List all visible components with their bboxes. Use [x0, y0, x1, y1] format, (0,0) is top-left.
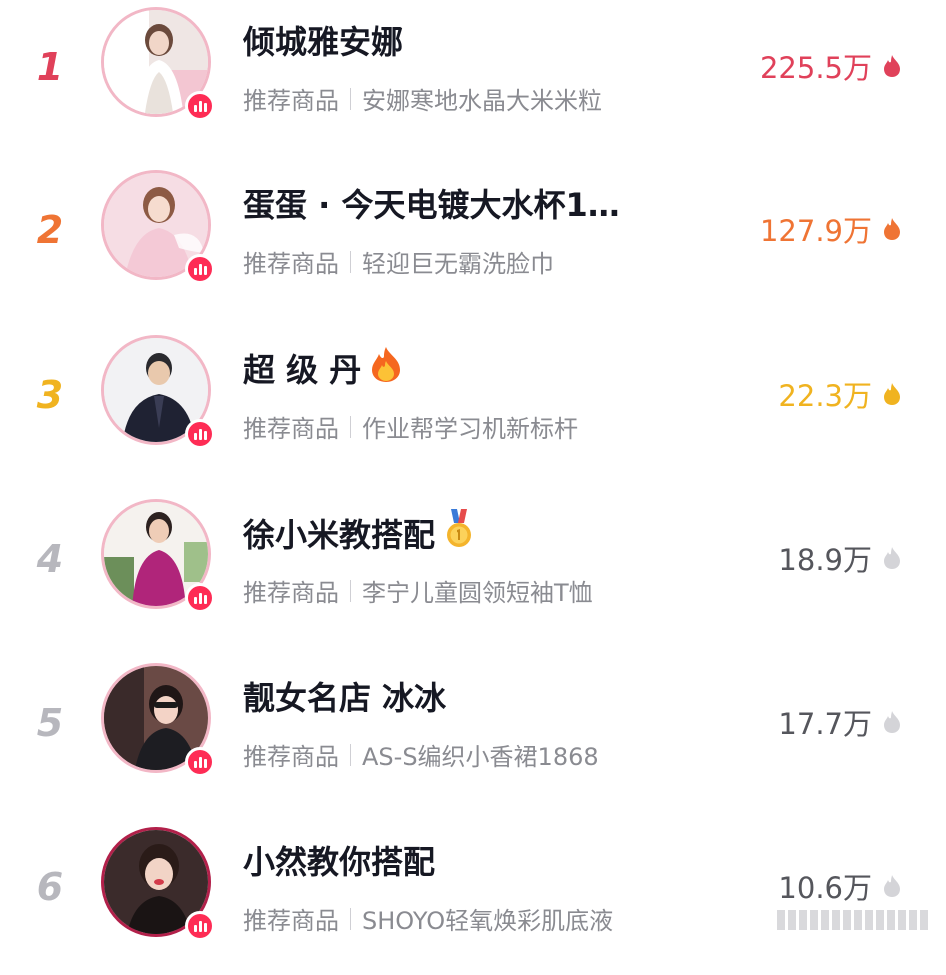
live-bars-icon	[185, 254, 215, 284]
streamer-name[interactable]: 徐小米教搭配	[243, 509, 475, 557]
divider	[350, 250, 351, 273]
list-item[interactable]: 2 蛋蛋 · 今天电镀大水杯1… 推荐商品 轻迎巨无霸洗脸巾 127.9万	[0, 168, 946, 318]
recommended-product[interactable]: 推荐商品 SHOYO轻氧焕彩肌底液	[243, 901, 613, 936]
list-item[interactable]: 3 超 级 丹 推荐商品 作业帮学习机新标杆 22.3万	[0, 333, 946, 483]
rank-number: 2	[36, 208, 64, 252]
list-item[interactable]: 1 倾城雅安娜 推荐商品 安娜寒地水晶大米米粒 225.5万	[0, 5, 946, 155]
flame-icon	[882, 874, 902, 898]
list-item[interactable]: 5 靓女名店 冰冰 推荐商品 AS-S编织小香裙1868 17.7万	[0, 661, 946, 811]
divider	[350, 579, 351, 602]
rank-number: 5	[36, 701, 64, 745]
recommended-product[interactable]: 推荐商品 李宁儿童圆领短袖T恤	[243, 573, 593, 608]
live-bars-icon	[185, 911, 215, 941]
flame-icon	[882, 382, 902, 406]
divider	[350, 415, 351, 438]
heat-value: 18.9万	[778, 537, 902, 579]
divider	[350, 743, 351, 766]
streamer-name[interactable]: 倾城雅安娜	[243, 17, 403, 63]
rank-number: 6	[36, 865, 64, 909]
recommended-product[interactable]: 推荐商品 安娜寒地水晶大米米粒	[243, 81, 602, 116]
divider	[350, 87, 351, 110]
flame-icon	[882, 54, 902, 78]
heat-value: 225.5万	[760, 45, 902, 87]
heat-value: 17.7万	[778, 701, 902, 743]
list-item[interactable]: 4 徐小米教搭配 推荐商品 李宁儿童圆领短袖T恤 18.9万	[0, 497, 946, 647]
live-bars-icon	[185, 583, 215, 613]
divider	[350, 907, 351, 930]
recommended-product[interactable]: 推荐商品 轻迎巨无霸洗脸巾	[243, 244, 554, 279]
live-bars-icon	[185, 747, 215, 777]
list-item[interactable]: 6 小然教你搭配 推荐商品 SHOYO轻氧焕彩肌底液 10.6万	[0, 825, 946, 975]
rank-number: 3	[36, 373, 64, 417]
streamer-name[interactable]: 小然教你搭配	[243, 837, 435, 883]
heat-value: 127.9万	[760, 208, 902, 250]
ranking-list: 1 倾城雅安娜 推荐商品 安娜寒地水晶大米米粒 225.5万 2 蛋蛋 · 今天…	[0, 0, 946, 946]
heat-value: 10.6万	[778, 865, 902, 907]
fire-emoji-icon	[369, 345, 403, 391]
flame-icon	[882, 217, 902, 241]
streamer-name[interactable]: 超 级 丹	[243, 345, 403, 391]
watermark-strip	[777, 910, 928, 930]
streamer-name[interactable]: 蛋蛋 · 今天电镀大水杯1…	[243, 180, 620, 226]
rank-number: 4	[36, 537, 64, 581]
live-bars-icon	[185, 419, 215, 449]
gold-medal-icon	[443, 509, 475, 557]
flame-icon	[882, 710, 902, 734]
recommended-product[interactable]: 推荐商品 作业帮学习机新标杆	[243, 409, 578, 444]
live-bars-icon	[185, 91, 215, 121]
recommended-product[interactable]: 推荐商品 AS-S编织小香裙1868	[243, 737, 599, 772]
heat-value: 22.3万	[778, 373, 902, 415]
flame-icon	[882, 546, 902, 570]
rank-number: 1	[36, 45, 64, 89]
streamer-name[interactable]: 靓女名店 冰冰	[243, 673, 446, 719]
